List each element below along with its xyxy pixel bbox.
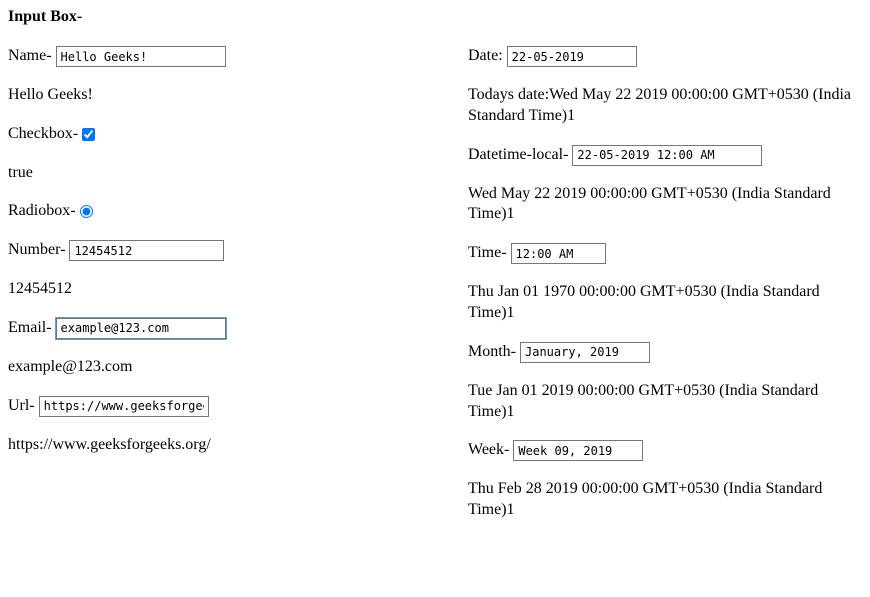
url-row: Url-: [8, 396, 448, 417]
month-row: Month-: [468, 342, 862, 363]
columns: Name- Hello Geeks! Checkbox- true Radiob…: [8, 46, 862, 539]
date-input[interactable]: [507, 46, 637, 67]
month-echo: Tue Jan 01 2019 00:00:00 GMT+0530 (India…: [468, 381, 862, 423]
time-label: Time-: [468, 244, 511, 261]
date-label: Date:: [468, 47, 507, 64]
col-right: Date: Todays date:Wed May 22 2019 00:00:…: [468, 46, 862, 539]
checkbox-label: Checkbox-: [8, 125, 82, 142]
radio-label: Radiobox-: [8, 202, 80, 219]
time-input[interactable]: [511, 243, 606, 264]
name-label: Name-: [8, 47, 56, 64]
number-echo: 12454512: [8, 279, 448, 300]
url-input[interactable]: [39, 396, 209, 417]
datetime-echo: Wed May 22 2019 00:00:00 GMT+0530 (India…: [468, 184, 862, 226]
week-echo: Thu Feb 28 2019 00:00:00 GMT+0530 (India…: [468, 479, 862, 521]
email-label: Email-: [8, 319, 56, 336]
number-input[interactable]: [69, 240, 224, 261]
checkbox-row: Checkbox-: [8, 124, 448, 145]
col-left: Name- Hello Geeks! Checkbox- true Radiob…: [8, 46, 448, 539]
date-row: Date:: [468, 46, 862, 67]
week-input[interactable]: [513, 440, 643, 461]
checkbox-echo: true: [8, 163, 448, 184]
email-echo: example@123.com: [8, 357, 448, 378]
datetime-row: Datetime-local-: [468, 145, 862, 166]
page-heading: Input Box-: [8, 8, 862, 26]
checkbox-input[interactable]: [82, 128, 95, 141]
datetime-label: Datetime-local-: [468, 146, 572, 163]
time-row: Time-: [468, 243, 862, 264]
date-echo: Todays date:Wed May 22 2019 00:00:00 GMT…: [468, 85, 862, 127]
url-label: Url-: [8, 397, 39, 414]
datetime-input[interactable]: [572, 145, 762, 166]
time-echo: Thu Jan 01 1970 00:00:00 GMT+0530 (India…: [468, 282, 862, 324]
name-echo: Hello Geeks!: [8, 85, 448, 106]
number-label: Number-: [8, 241, 69, 258]
email-input[interactable]: [56, 318, 226, 339]
radio-row: Radiobox-: [8, 201, 448, 222]
number-row: Number-: [8, 240, 448, 261]
email-row: Email-: [8, 318, 448, 339]
name-input[interactable]: [56, 46, 226, 67]
radio-input[interactable]: [80, 205, 93, 218]
name-row: Name-: [8, 46, 448, 67]
week-label: Week-: [468, 442, 513, 459]
month-label: Month-: [468, 343, 520, 360]
month-input[interactable]: [520, 342, 650, 363]
week-row: Week-: [468, 440, 862, 461]
url-echo: https://www.geeksforgeeks.org/: [8, 435, 448, 456]
